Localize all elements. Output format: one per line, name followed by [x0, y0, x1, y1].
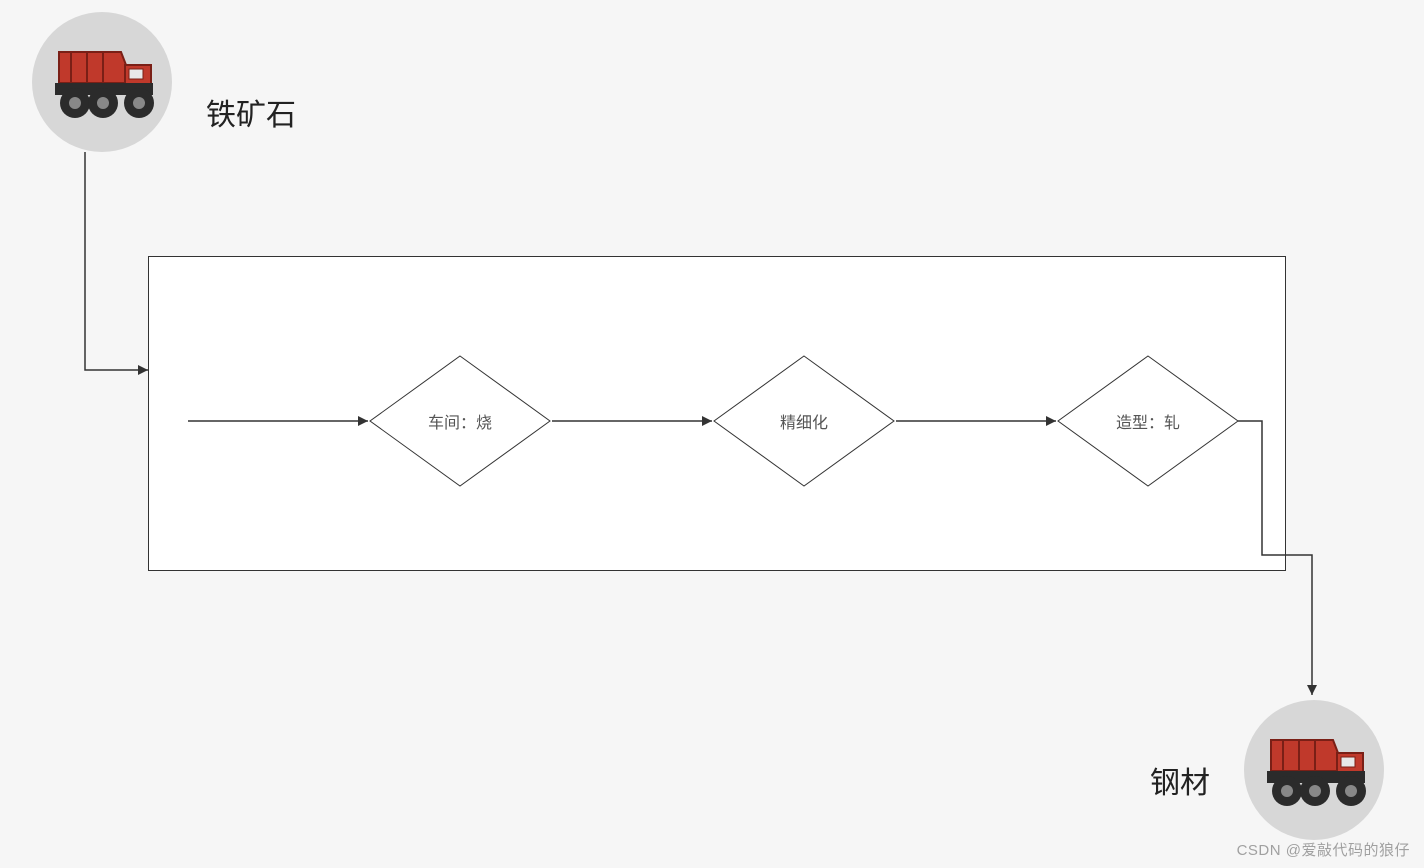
- dump-truck-icon: [47, 37, 157, 127]
- watermark: CSDN @爱敲代码的狼仔: [1237, 839, 1410, 860]
- input-truck-icon: [32, 12, 172, 152]
- dump-truck-icon: [1259, 725, 1369, 815]
- diamond-step3-label: 造型：轧: [1063, 356, 1233, 486]
- diamond-step2-label: 精细化: [719, 356, 889, 486]
- output-label: 钢材: [1150, 758, 1210, 802]
- diamond-step1-label: 车间：烧: [375, 356, 545, 486]
- diamond-step1-wrap: 车间：烧: [375, 356, 545, 486]
- diagram-canvas: 铁矿石 车间：烧 精细化 造型：轧: [0, 0, 1424, 868]
- output-truck-icon: [1244, 700, 1384, 840]
- diamond-step2-wrap: 精细化: [719, 356, 889, 486]
- diamond-step3-wrap: 造型：轧: [1063, 356, 1233, 486]
- input-label: 铁矿石: [206, 90, 296, 134]
